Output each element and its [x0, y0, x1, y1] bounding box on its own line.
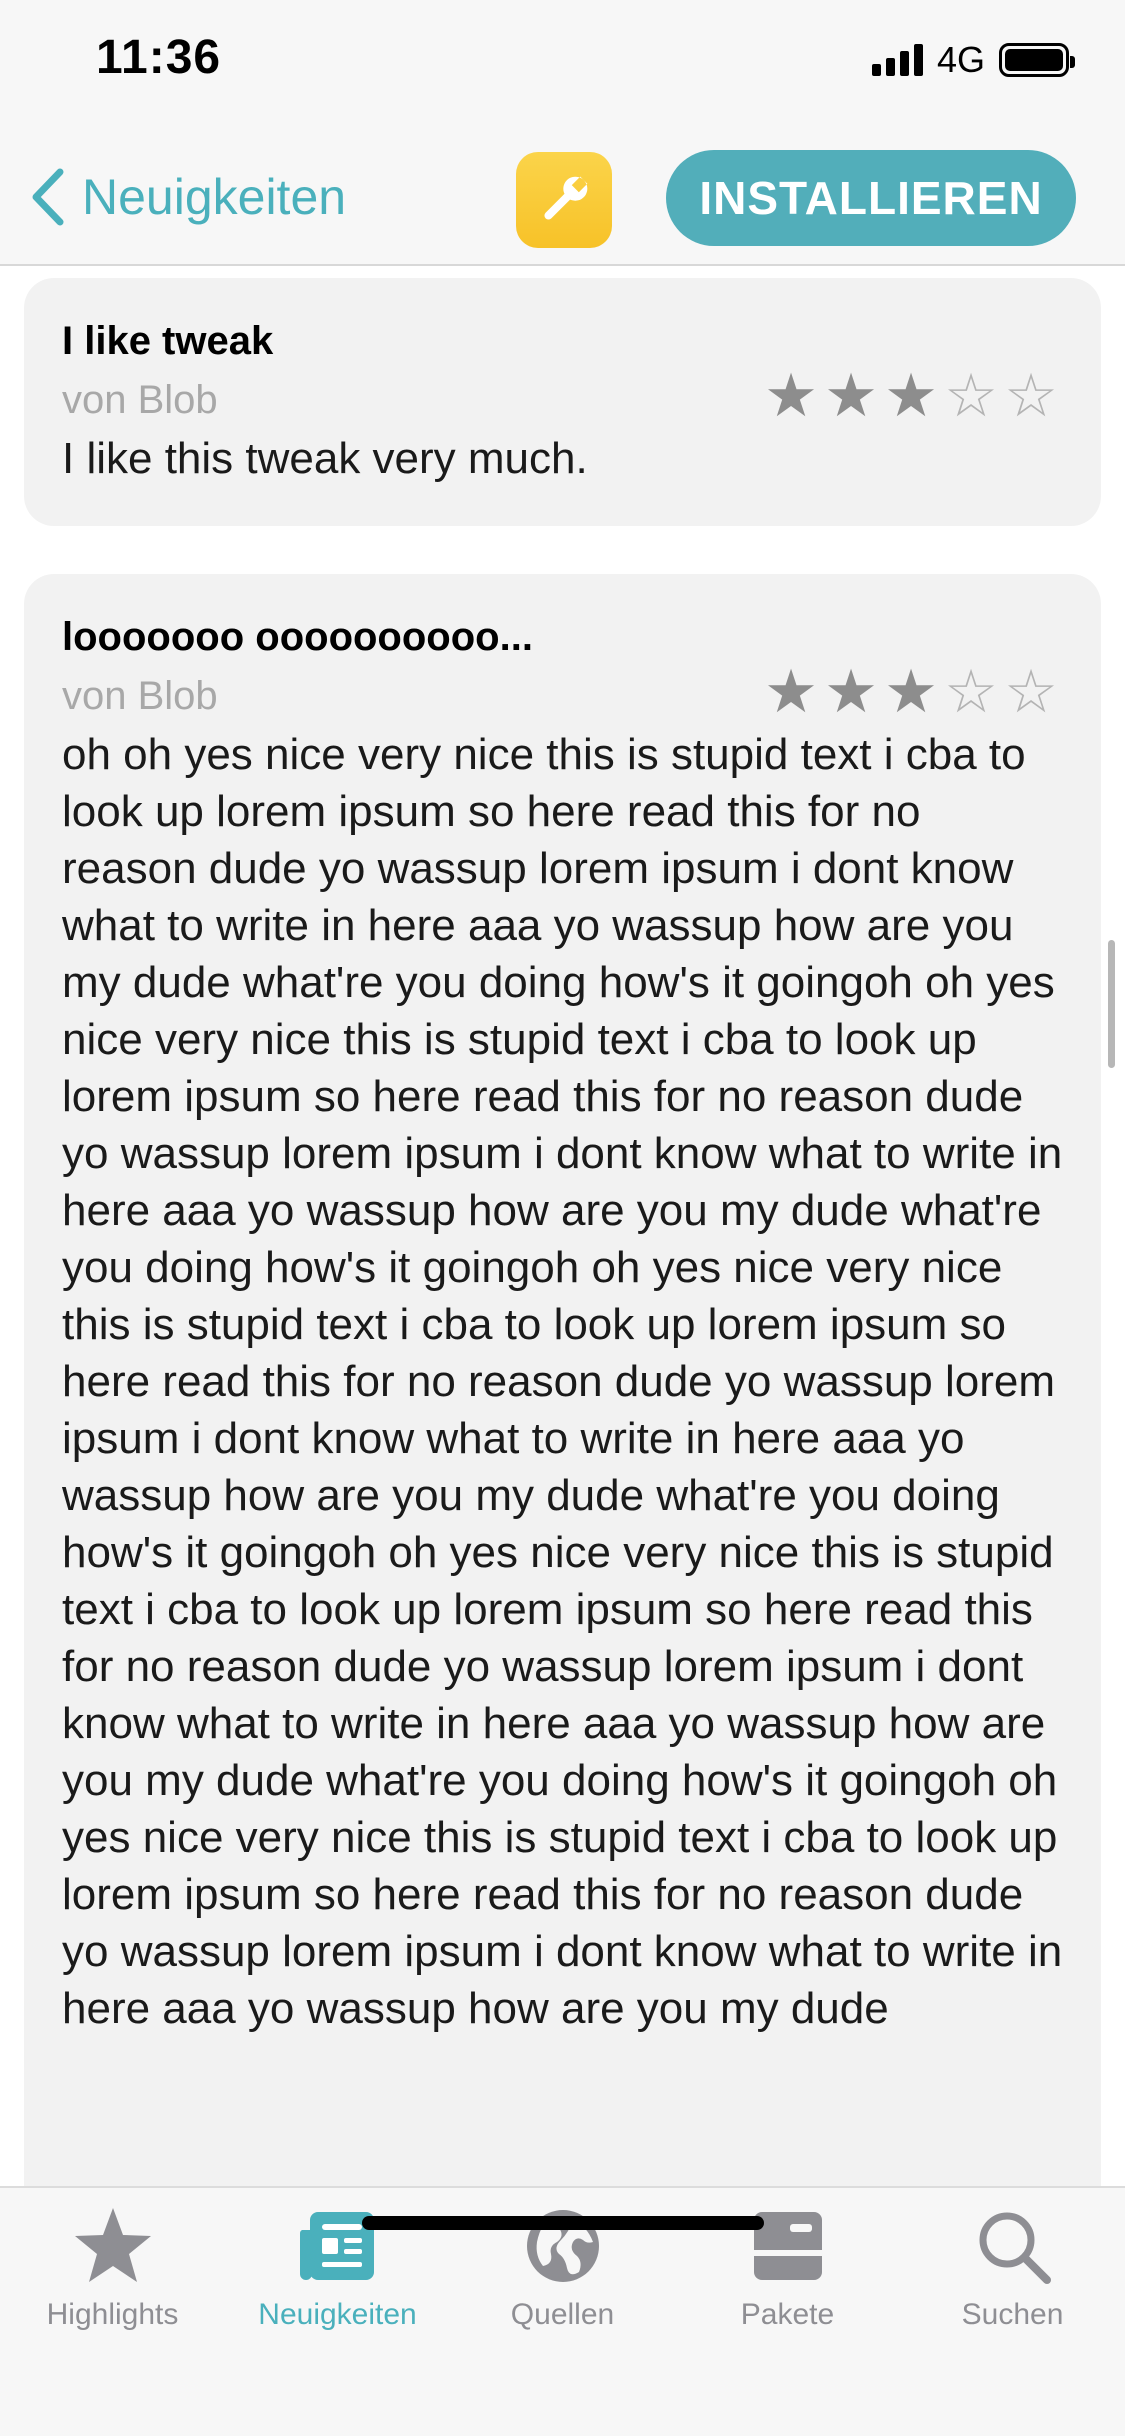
- tab-label: Quellen: [510, 2298, 615, 2331]
- review-card: looooooo oooooooooo... von Blob ★ ★ ★ ☆ …: [24, 574, 1101, 2186]
- tab-label: Highlights: [46, 2298, 179, 2331]
- back-label: Neuigkeiten: [82, 169, 347, 225]
- battery-icon: [999, 43, 1075, 77]
- install-button[interactable]: INSTALLIEREN: [666, 150, 1076, 246]
- star-filled-icon: ★: [764, 658, 818, 725]
- review-body: oh oh yes nice very nice this is stupid …: [62, 730, 1063, 2033]
- review-body: I like this tweak very much.: [62, 434, 588, 483]
- chevron-left-icon: [32, 168, 64, 226]
- star-empty-icon: ☆: [944, 362, 998, 429]
- status-bar: 11:36 4G: [0, 0, 1125, 130]
- star-empty-icon: ☆: [944, 658, 998, 725]
- home-indicator[interactable]: [362, 2216, 764, 2230]
- star-empty-icon: ☆: [1004, 658, 1058, 725]
- signal-bars-icon: [871, 44, 923, 76]
- star-rating: ★ ★ ★ ☆ ☆: [763, 366, 1059, 426]
- back-button[interactable]: Neuigkeiten: [24, 162, 346, 232]
- star-rating: ★ ★ ★ ☆ ☆: [763, 662, 1059, 722]
- navigation-bar: Neuigkeiten INSTALLIEREN: [0, 130, 1125, 266]
- tab-suchen[interactable]: Suchen: [900, 2204, 1125, 2354]
- star-empty-icon: ☆: [1004, 362, 1058, 429]
- star-filled-icon: ★: [884, 658, 938, 725]
- scroll-indicator[interactable]: [1108, 940, 1115, 1068]
- tab-bar: Highlights Neuigkeiten Quellen Pakete Su…: [0, 2186, 1125, 2436]
- tab-label: Neuigkeiten: [258, 2298, 417, 2331]
- star-filled-icon: ★: [824, 362, 878, 429]
- tab-label: Pakete: [740, 2298, 835, 2331]
- review-title: I like tweak: [62, 319, 274, 363]
- status-time: 11:36: [96, 31, 222, 84]
- review-title: looooooo oooooooooo...: [62, 615, 533, 659]
- star-filled-icon: ★: [764, 362, 818, 429]
- network-type: 4G: [936, 39, 985, 80]
- tab-label: Suchen: [961, 2298, 1064, 2331]
- search-icon: [979, 2212, 1051, 2284]
- status-indicators: 4G: [871, 39, 1075, 80]
- star-filled-icon: ★: [824, 658, 878, 725]
- app-icon: [516, 152, 612, 248]
- wrench-icon: [544, 176, 588, 220]
- reviews-list[interactable]: I like tweak von Blob ★ ★ ★ ☆ ☆ I like t…: [0, 268, 1125, 2186]
- star-filled-icon: ★: [884, 362, 938, 429]
- review-card: I like tweak von Blob ★ ★ ★ ☆ ☆ I like t…: [24, 278, 1101, 526]
- tab-highlights[interactable]: Highlights: [0, 2204, 225, 2354]
- star-icon: [74, 2208, 151, 2282]
